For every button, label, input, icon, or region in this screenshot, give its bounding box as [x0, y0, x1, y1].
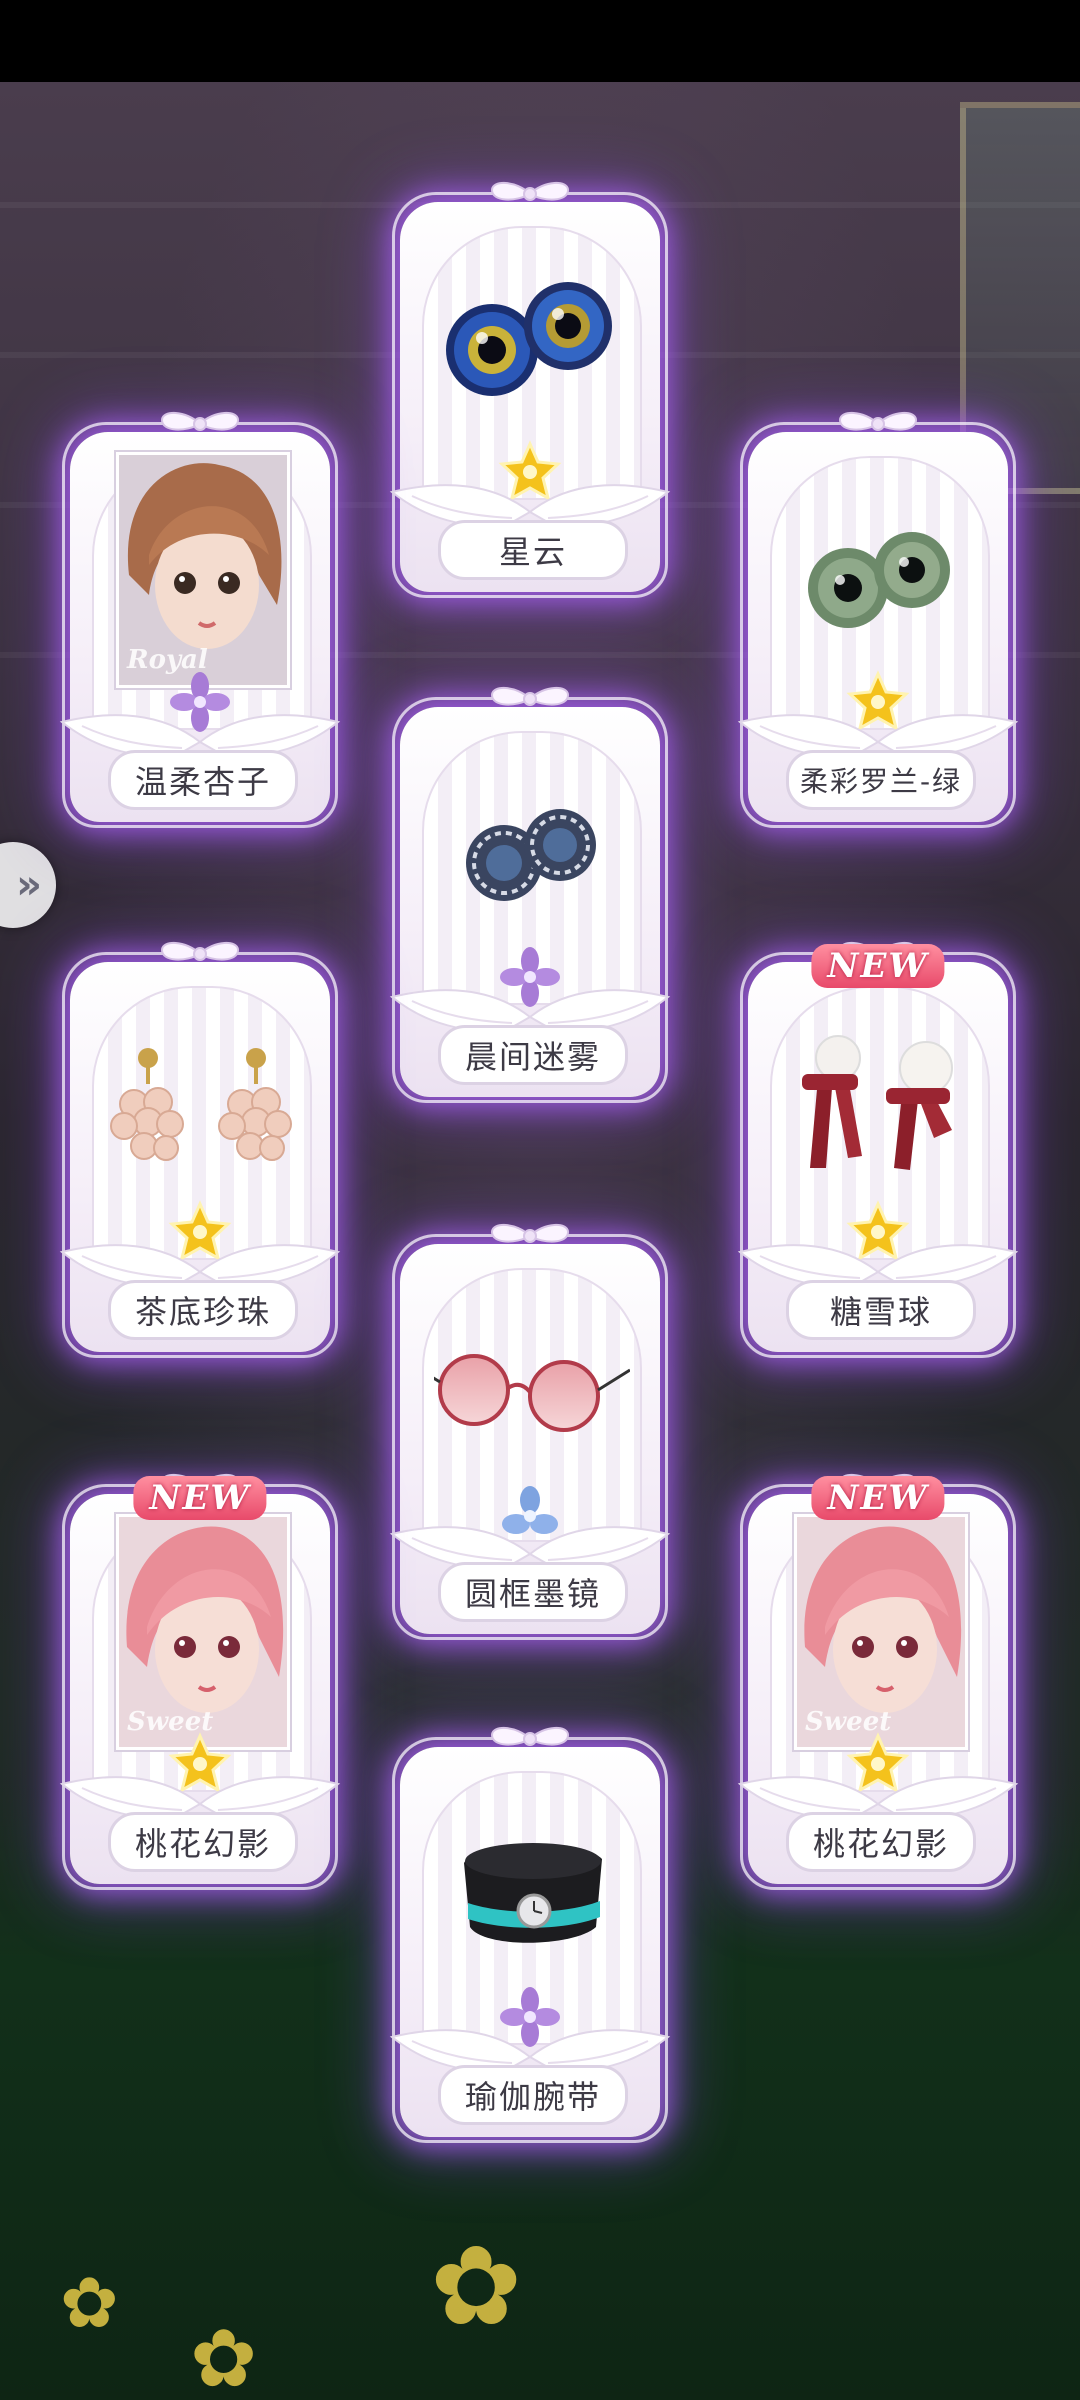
new-badge: NEW	[811, 1476, 945, 1520]
item-card-snowball[interactable]: NEW 糖雪球	[739, 941, 1017, 1358]
game-scene: ✿ ✿ ✿ » 星云 Royal 温柔杏子 柔彩罗兰-绿 晨间迷雾 茶底珍珠 N…	[0, 82, 1080, 2400]
snowball-earrings-icon	[802, 1035, 953, 1170]
item-card-morning-mist[interactable]: 晨间迷雾	[391, 686, 669, 1103]
item-card-nebula[interactable]: 星云	[391, 181, 669, 598]
item-card-apricot[interactable]: Royal 温柔杏子	[61, 411, 339, 828]
bow-icon	[491, 1223, 569, 1243]
portrait-apricot-image: Royal	[116, 452, 290, 688]
bow-icon	[161, 411, 239, 431]
item-card-round-sunglasses[interactable]: 圆框墨镜	[391, 1223, 669, 1640]
bow-icon	[491, 181, 569, 201]
item-name: 桃花幻影	[108, 1812, 298, 1872]
pearl-earrings-icon	[110, 1048, 292, 1161]
item-card-yoga-wristband[interactable]: 瑜伽腕带	[391, 1726, 669, 2143]
green-eyes-icon	[808, 532, 950, 628]
background-flower: ✿	[60, 2262, 119, 2344]
status-bar	[0, 0, 1080, 82]
item-name: 星云	[438, 520, 628, 580]
item-card-green-eyes[interactable]: 柔彩罗兰-绿	[739, 411, 1017, 828]
mist-eyes-icon	[466, 809, 596, 901]
bow-icon	[491, 686, 569, 706]
double-chevron-right-icon: »	[16, 862, 42, 908]
background-flower: ✿	[190, 2312, 258, 2400]
item-name: 温柔杏子	[108, 750, 298, 810]
round-sunglasses-icon	[434, 1354, 630, 1432]
background-flower: ✿	[430, 2222, 523, 2350]
item-name: 桃花幻影	[786, 1812, 976, 1872]
item-name: 茶底珍珠	[108, 1280, 298, 1340]
item-name: 圆框墨镜	[438, 1562, 628, 1622]
portrait-peach-image: Sweet	[116, 1514, 290, 1750]
side-tab-button[interactable]: »	[0, 842, 56, 928]
item-name: 晨间迷雾	[438, 1025, 628, 1085]
yoga-wristband-icon	[464, 1843, 602, 1943]
item-name: 柔彩罗兰-绿	[786, 750, 976, 810]
nebula-eyes-icon	[446, 282, 612, 396]
item-name: 瑜伽腕带	[438, 2065, 628, 2125]
portrait-peach-image: Sweet	[794, 1514, 968, 1750]
new-badge: NEW	[133, 1476, 267, 1520]
item-name: 糖雪球	[786, 1280, 976, 1340]
item-card-peach-phantom[interactable]: Sweet NEW 桃花幻影	[739, 1473, 1017, 1890]
bow-icon	[491, 1726, 569, 1746]
new-badge: NEW	[811, 944, 945, 988]
bow-icon	[161, 941, 239, 961]
bow-icon	[839, 411, 917, 431]
item-card-pearl[interactable]: 茶底珍珠	[61, 941, 339, 1358]
item-card-peach-phantom[interactable]: Sweet NEW 桃花幻影	[61, 1473, 339, 1890]
